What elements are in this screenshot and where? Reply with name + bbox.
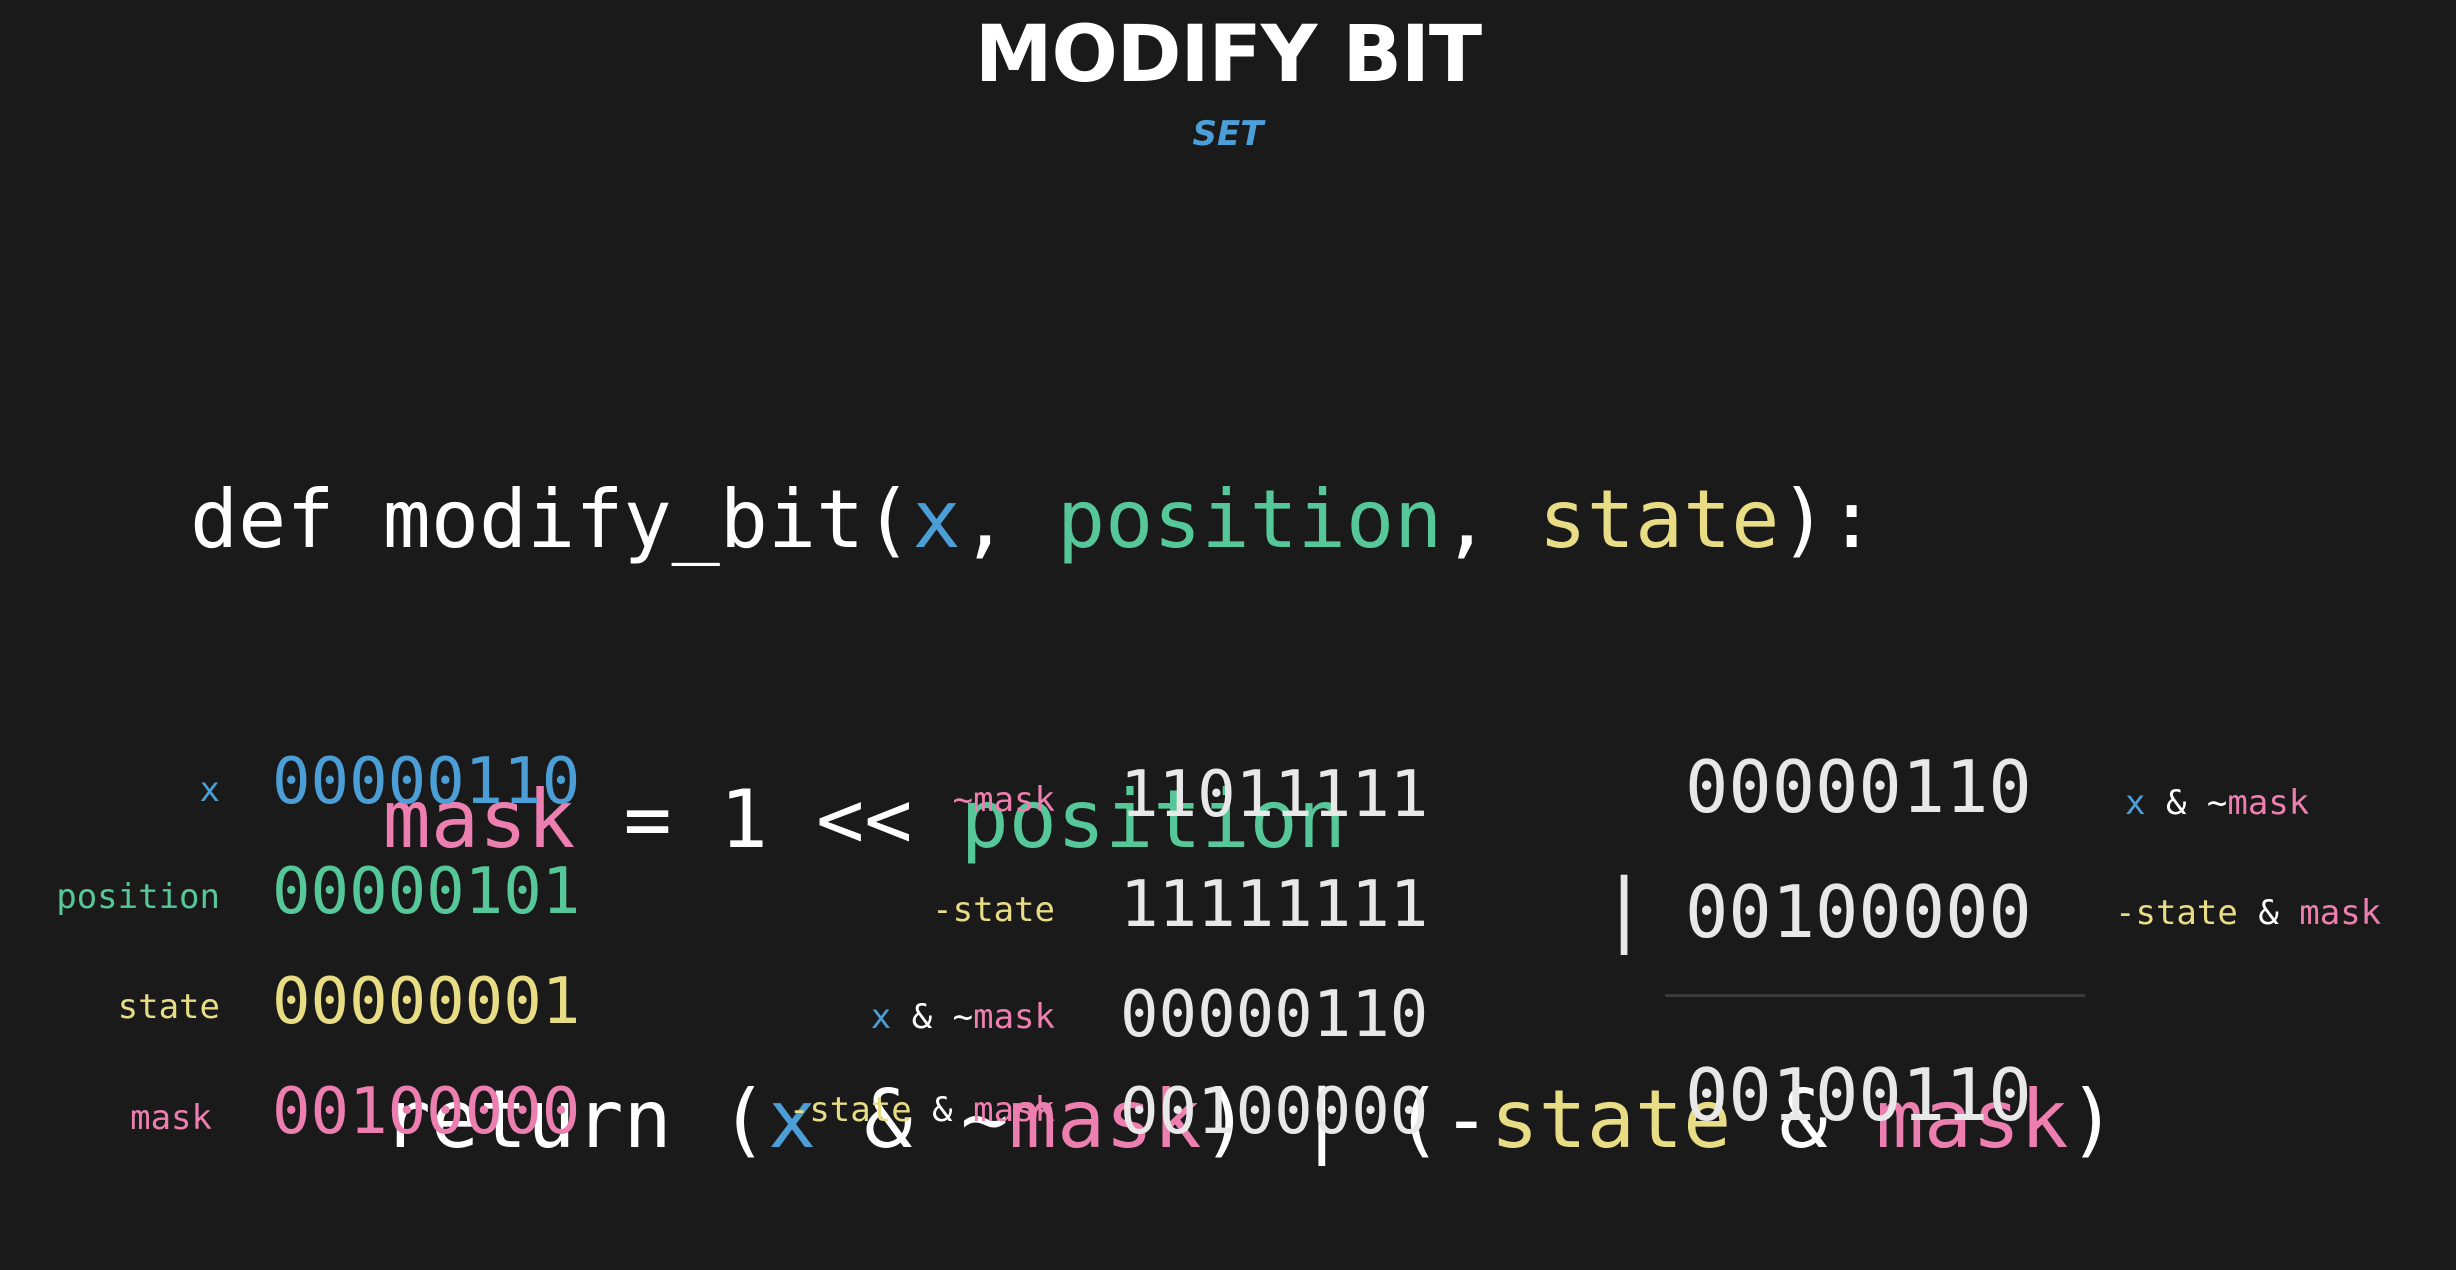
code-param-x: x <box>912 473 961 566</box>
code-line-1: def modify_bit(x, position, state): <box>190 470 2117 570</box>
mid-label-neg-state-and-mask: -state & mask <box>650 1090 1055 1130</box>
mid-bits-neg-state-and-mask: 00100000 <box>1120 1075 1429 1149</box>
mid-bits-neg-state: 11111111 <box>1120 868 1429 942</box>
var-label-position: position <box>56 877 220 917</box>
op-minus: - <box>788 1090 810 1130</box>
var-bits-mask: 00100000 <box>272 1075 581 1149</box>
var-label-x: x <box>199 770 220 810</box>
term-x: x <box>870 997 892 1037</box>
term-mask: mask <box>2227 783 2310 823</box>
code-keyword-def: def <box>190 473 383 566</box>
code-comma: , <box>960 473 1057 566</box>
mid-label-neg-state: -state <box>650 890 1055 930</box>
var-label-state: state <box>117 987 220 1027</box>
term-mask: mask <box>973 997 1055 1037</box>
or-operand-1-label: x & ~mask <box>2125 783 2309 823</box>
op-minus: - <box>932 890 953 930</box>
term-state: state <box>952 890 1055 930</box>
page-subtitle: SET <box>1192 114 1264 154</box>
page-title: MODIFY BIT <box>974 10 1482 100</box>
term-mask: mask <box>973 1090 1055 1130</box>
mid-bits-x-and-not-mask: 00000110 <box>1120 978 1429 1052</box>
code-param-position: position <box>1056 473 1443 566</box>
term-state: state <box>2135 893 2238 933</box>
var-bits-position: 00000101 <box>272 855 581 929</box>
code-comma: , <box>1442 473 1539 566</box>
term-mask: mask <box>973 780 1055 820</box>
op-and-not: & ~ <box>2145 783 2228 823</box>
term-state: state <box>809 1090 912 1130</box>
code-param-state: state <box>1538 473 1780 566</box>
op-minus: - <box>2115 893 2136 933</box>
mid-label-not-mask: ~mask <box>650 780 1055 820</box>
or-result-bits: 00100110 <box>1685 1053 2032 1137</box>
op-and-not: & ~ <box>891 997 974 1037</box>
sum-divider <box>1665 994 2085 997</box>
or-operand-2-label: -state & mask <box>2115 893 2381 933</box>
or-operand-1-bits: 00000110 <box>1685 745 2032 829</box>
mid-label-x-and-not-mask: x & ~mask <box>650 997 1055 1037</box>
var-bits-x: 00000110 <box>272 745 581 819</box>
var-label-mask: mask <box>130 1098 212 1138</box>
term-x: x <box>2125 783 2146 823</box>
op-and: & <box>911 1090 974 1130</box>
code-close-paren: ) <box>2068 1073 2117 1166</box>
code-paren-colon: ): <box>1779 473 1876 566</box>
or-operator: | <box>1600 862 1649 955</box>
mid-bits-not-mask: 11011111 <box>1120 758 1429 832</box>
var-bits-state: 00000001 <box>272 965 581 1039</box>
or-operand-2-bits: 00100000 <box>1685 870 2032 954</box>
op-and: & <box>2237 893 2300 933</box>
term-mask: mask <box>2299 893 2382 933</box>
code-function-name: modify_bit( <box>382 473 913 566</box>
op-tilde: ~ <box>952 780 974 820</box>
